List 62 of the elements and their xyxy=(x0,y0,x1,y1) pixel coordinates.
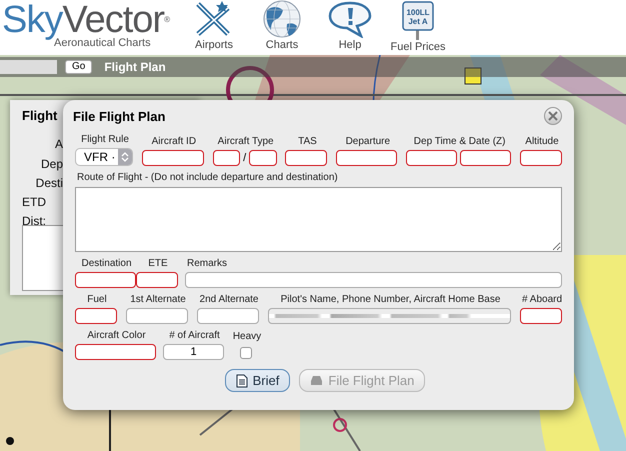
go-button[interactable]: Go xyxy=(65,60,92,74)
panel-label: A xyxy=(54,137,63,151)
tray-icon xyxy=(310,375,324,386)
field-label: 1st Alternate xyxy=(129,294,186,305)
text-field[interactable] xyxy=(460,150,512,166)
field-label: Altitude xyxy=(524,136,559,147)
text-field[interactable] xyxy=(75,272,136,288)
field-label: Dep Time & Date (Z) xyxy=(412,136,506,147)
route-textarea[interactable] xyxy=(75,187,562,252)
search-field[interactable] xyxy=(0,60,57,74)
stepper-icon xyxy=(121,151,129,163)
nav-link[interactable]: Fuel Prices xyxy=(390,41,446,53)
field-label: Remarks xyxy=(186,258,228,269)
tagline-text: Aeronautical Charts xyxy=(54,37,152,49)
text-field[interactable] xyxy=(136,272,178,288)
text-field[interactable] xyxy=(336,150,398,166)
close-icon xyxy=(548,111,558,121)
text-field[interactable] xyxy=(520,150,562,166)
brief-button[interactable]: Brief xyxy=(224,369,290,392)
text-field[interactable] xyxy=(75,344,156,360)
toolbar-title: Flight Plan xyxy=(104,60,166,74)
document-icon xyxy=(236,374,248,388)
field-label: Aircraft Color xyxy=(86,330,146,341)
field-label: ETE xyxy=(147,258,168,269)
text-field[interactable] xyxy=(197,308,259,324)
close-button[interactable] xyxy=(544,107,562,125)
text-field[interactable] xyxy=(212,150,240,166)
panel-label: Dist: xyxy=(22,214,46,228)
text-field[interactable] xyxy=(249,150,277,166)
field-label: # Aboard xyxy=(520,294,562,305)
text-field[interactable] xyxy=(285,150,328,166)
nav-link[interactable]: Airports xyxy=(195,39,233,51)
field-label: Destination xyxy=(80,258,132,269)
text-field[interactable] xyxy=(126,308,188,324)
panel-title: Flight xyxy=(22,108,58,123)
field-label: Heavy xyxy=(232,331,262,342)
flight-rule-select[interactable]: VFR · xyxy=(75,148,133,166)
checkbox[interactable] xyxy=(240,347,252,359)
nav-link[interactable]: Help xyxy=(338,39,362,51)
text-field[interactable]: 1 xyxy=(163,344,224,360)
text-field[interactable] xyxy=(268,308,511,324)
text-field[interactable] xyxy=(520,308,562,324)
field-label: # of Aircraft xyxy=(168,330,220,341)
field-label: TAS xyxy=(297,136,317,147)
nav-link[interactable]: Charts xyxy=(266,39,298,51)
field-label: 2nd Alternate xyxy=(198,294,258,305)
field-label: Fuel xyxy=(86,294,107,305)
text-field[interactable] xyxy=(75,308,117,324)
panel-label: Dep xyxy=(40,157,63,171)
field-label: Departure xyxy=(344,136,390,147)
field-label: Aircraft Type xyxy=(216,136,274,147)
field-label: Aircraft ID xyxy=(150,136,196,147)
panel-label: Desti xyxy=(36,176,63,190)
panel-label: ETD xyxy=(22,195,46,209)
field-label: Flight Rule xyxy=(80,134,129,145)
field-label: Pilot's Name, Phone Number, Aircraft Home Base xyxy=(280,294,500,305)
text-field[interactable] xyxy=(142,150,204,166)
separator-text: / xyxy=(243,152,246,164)
text-field[interactable] xyxy=(406,150,458,166)
dialog-title: File Flight Plan xyxy=(73,108,166,126)
field-label: Route of Flight - (Do not include departure and destination) xyxy=(76,172,338,183)
text-field[interactable] xyxy=(185,272,562,288)
